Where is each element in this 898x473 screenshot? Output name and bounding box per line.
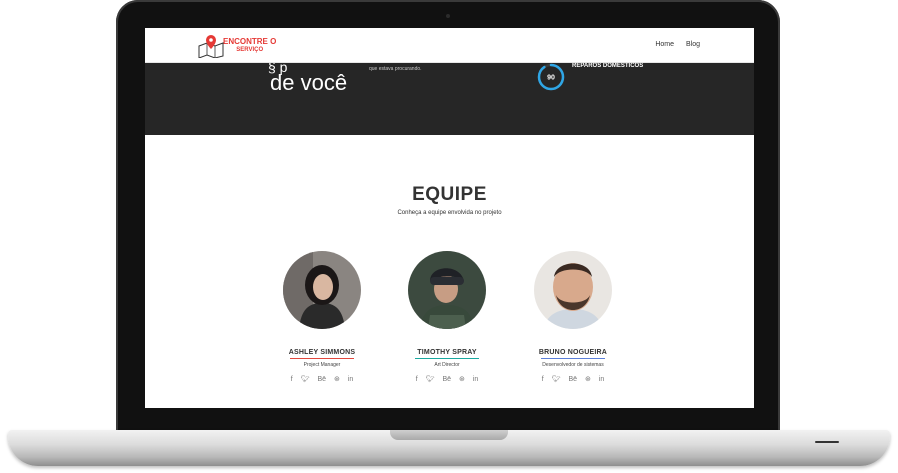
facebook-icon[interactable]: f	[416, 376, 418, 383]
team-title: EQUIPE	[412, 184, 487, 205]
twitter-icon[interactable]: 🐦︎	[552, 375, 561, 383]
browser-viewport: ENCONTRE O SERVIÇO Home Blog § p de você…	[145, 28, 754, 408]
social-links: f 🐦︎ Bē ⊛ in	[262, 375, 382, 383]
behance-icon[interactable]: Bē	[568, 376, 577, 383]
nav-links: Home Blog	[645, 41, 700, 48]
hero-section: § p de você que estava procurando. 90 RE…	[145, 59, 754, 135]
team-subtitle: Conheça a equipe envolvida no projeto	[397, 210, 502, 216]
brand-name-line2: SERVIÇO	[236, 47, 264, 53]
counter-label: REPAROS DOMÉSTICOS	[572, 63, 644, 69]
member-role: Project Manager	[303, 362, 341, 368]
avatar	[534, 251, 612, 329]
behance-icon[interactable]: Bē	[442, 376, 451, 383]
facebook-icon[interactable]: f	[542, 376, 544, 383]
dribbble-icon[interactable]: ⊛	[585, 375, 591, 383]
member-divider	[290, 358, 354, 359]
nav-home-link[interactable]: Home	[655, 41, 674, 48]
brand-name[interactable]: ENCONTRE O SERVIÇO	[223, 37, 276, 55]
camera	[446, 14, 450, 18]
linkedin-icon[interactable]: in	[473, 376, 478, 383]
social-links: f 🐦︎ Bē ⊛ in	[387, 375, 507, 383]
counter-value: 90	[547, 75, 555, 82]
hero-subtext: que estava procurando.	[369, 66, 422, 72]
counter-ring: 90	[537, 63, 565, 91]
avatar	[408, 251, 486, 329]
team-member-card: ASHLEY SIMMONS Project Manager f 🐦︎ Bē ⊛…	[262, 251, 382, 383]
navbar: ENCONTRE O SERVIÇO Home Blog	[145, 28, 754, 63]
linkedin-icon[interactable]: in	[348, 376, 353, 383]
social-links: f 🐦︎ Bē ⊛ in	[513, 375, 633, 383]
dribbble-icon[interactable]: ⊛	[334, 375, 340, 383]
hero-headline: de você	[270, 70, 348, 95]
dribbble-icon[interactable]: ⊛	[459, 375, 465, 383]
twitter-icon[interactable]: 🐦︎	[301, 375, 310, 383]
linkedin-icon[interactable]: in	[599, 376, 604, 383]
member-divider	[415, 358, 479, 359]
laptop-notch	[390, 430, 508, 440]
facebook-icon[interactable]: f	[291, 376, 293, 383]
member-name: TIMOTHY SPRAY	[417, 349, 477, 356]
behance-icon[interactable]: Bē	[317, 376, 326, 383]
laptop-indicator	[815, 441, 839, 443]
team-member-card: BRUNO NOGUEIRA Desenvolvedor de sistemas…	[513, 251, 633, 383]
member-role: Desenvolvedor de sistemas	[542, 362, 604, 368]
member-divider	[541, 358, 605, 359]
team-member-card: TIMOTHY SPRAY Art Director f 🐦︎ Bē ⊛ in	[387, 251, 507, 383]
member-name: BRUNO NOGUEIRA	[538, 349, 608, 356]
member-name: ASHLEY SIMMONS	[288, 349, 356, 356]
member-role: Art Director	[434, 362, 460, 368]
avatar	[283, 251, 361, 329]
twitter-icon[interactable]: 🐦︎	[426, 375, 435, 383]
nav-blog-link[interactable]: Blog	[686, 41, 700, 48]
brand-name-line1: ENCONTRE O	[223, 37, 277, 46]
